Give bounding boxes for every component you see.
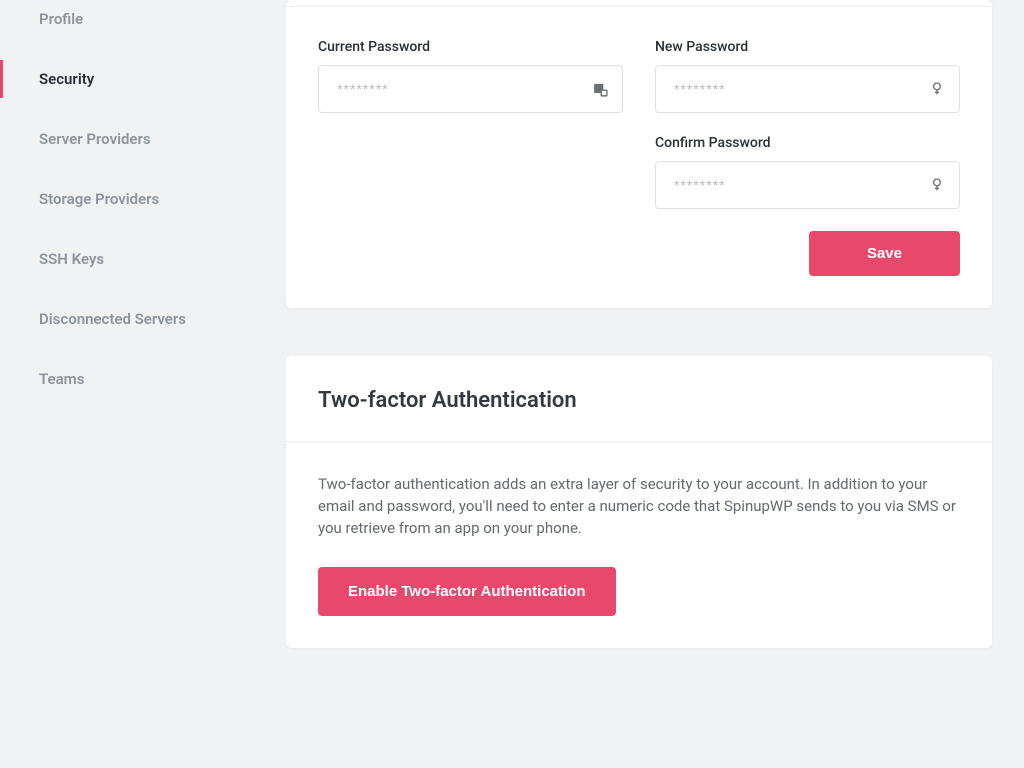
form-col-new: New Password [655, 39, 960, 113]
form-col-confirm: Confirm Password [655, 135, 960, 209]
sidebar: Profile Security Server Providers Storag… [0, 0, 254, 768]
key-icon[interactable] [928, 80, 946, 98]
sidebar-item-label: Security [39, 70, 94, 88]
password-manager-icon[interactable] [591, 80, 609, 98]
form-row: Confirm Password [318, 135, 960, 209]
sidebar-item-label: Disconnected Servers [39, 310, 186, 328]
card-body: Current Password New Password [286, 7, 992, 308]
confirm-password-input[interactable] [655, 161, 960, 209]
sidebar-item-profile[interactable]: Profile [0, 0, 254, 38]
form-row: Current Password New Password [318, 39, 960, 113]
sidebar-item-storage-providers[interactable]: Storage Providers [0, 180, 254, 218]
input-wrap [318, 65, 623, 113]
sidebar-item-label: SSH Keys [39, 250, 104, 268]
two-factor-title: Two-factor Authentication [286, 356, 992, 442]
enable-two-factor-button[interactable]: Enable Two-factor Authentication [318, 567, 616, 616]
two-factor-description: Two-factor authentication adds an extra … [318, 474, 960, 539]
save-button[interactable]: Save [809, 231, 960, 276]
sidebar-item-teams[interactable]: Teams [0, 360, 254, 398]
confirm-password-label: Confirm Password [655, 135, 960, 151]
change-password-card: Current Password New Password [286, 0, 992, 308]
form-actions: Save [318, 231, 960, 276]
sidebar-item-label: Profile [39, 10, 83, 28]
sidebar-item-disconnected-servers[interactable]: Disconnected Servers [0, 300, 254, 338]
two-factor-card: Two-factor Authentication Two-factor aut… [286, 356, 992, 648]
sidebar-item-label: Storage Providers [39, 190, 159, 208]
card-body: Two-factor authentication adds an extra … [286, 442, 992, 648]
sidebar-item-label: Teams [39, 370, 84, 388]
key-icon[interactable] [928, 176, 946, 194]
sidebar-item-server-providers[interactable]: Server Providers [0, 120, 254, 158]
input-wrap [655, 161, 960, 209]
current-password-input[interactable] [318, 65, 623, 113]
sidebar-item-security[interactable]: Security [0, 60, 254, 98]
main-content: Current Password New Password [254, 0, 1024, 768]
new-password-input[interactable] [655, 65, 960, 113]
sidebar-item-ssh-keys[interactable]: SSH Keys [0, 240, 254, 278]
form-col-current: Current Password [318, 39, 623, 113]
new-password-label: New Password [655, 39, 960, 55]
input-wrap [655, 65, 960, 113]
current-password-label: Current Password [318, 39, 623, 55]
sidebar-item-label: Server Providers [39, 130, 151, 148]
card-header-divider [286, 0, 992, 7]
